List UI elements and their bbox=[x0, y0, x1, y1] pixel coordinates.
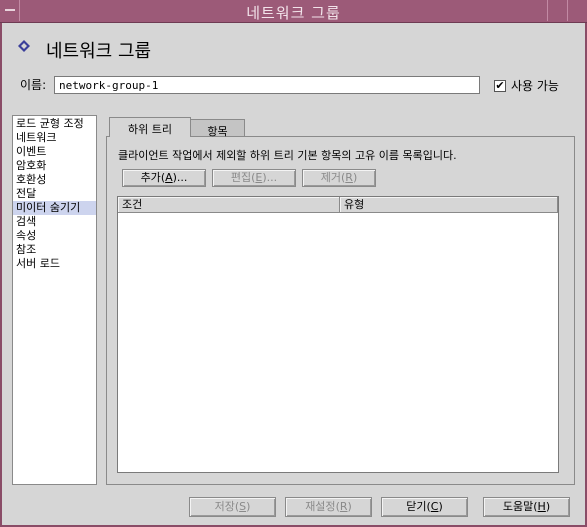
name-input[interactable]: network-group-1 bbox=[54, 76, 480, 94]
maximize-button[interactable] bbox=[567, 0, 587, 21]
minimize-button[interactable] bbox=[547, 0, 567, 21]
save-button[interactable]: 저장(S) bbox=[189, 497, 276, 517]
sidebar-item-hiding[interactable]: 미이터 숨기기 bbox=[13, 201, 96, 215]
panel-description: 클라이언트 작업에서 제외할 하위 트리 기본 항목의 고유 이름 목록입니다. bbox=[118, 149, 457, 162]
sidebar-item-attributes[interactable]: 속성 bbox=[13, 229, 96, 243]
subtree-table: 조건 유형 bbox=[117, 196, 559, 473]
sidebar: 로드 균형 조정 네트워크 이벤트 암호화 호환성 전달 미이터 숨기기 검색 … bbox=[12, 115, 97, 485]
page-title: 네트워크 그룹 bbox=[46, 41, 152, 62]
enabled-label: 사용 가능 bbox=[511, 79, 559, 93]
column-header-type[interactable]: 유형 bbox=[340, 197, 558, 213]
tab-subtree[interactable]: 하위 트리 bbox=[109, 117, 191, 137]
sidebar-item-load-balancing[interactable]: 로드 균형 조정 bbox=[13, 117, 96, 131]
reset-button[interactable]: 재설정(R) bbox=[285, 497, 372, 517]
sidebar-item-encryption[interactable]: 암호화 bbox=[13, 159, 96, 173]
close-button[interactable]: 닫기(C) bbox=[381, 497, 468, 517]
sidebar-item-server-load[interactable]: 서버 로드 bbox=[13, 257, 96, 271]
sidebar-item-forwarding[interactable]: 전달 bbox=[13, 187, 96, 201]
column-header-condition[interactable]: 조건 bbox=[118, 197, 340, 213]
window-title: 네트워크 그룹 bbox=[246, 4, 341, 22]
add-button[interactable]: 추가(A)... bbox=[122, 169, 206, 187]
sidebar-item-network[interactable]: 네트워크 bbox=[13, 131, 96, 145]
sidebar-item-events[interactable]: 이벤트 bbox=[13, 145, 96, 159]
edit-button[interactable]: 편집(E)... bbox=[212, 169, 296, 187]
tab-entries[interactable]: 항목 bbox=[191, 119, 245, 138]
sidebar-item-referrals[interactable]: 참조 bbox=[13, 243, 96, 257]
sidebar-item-compatibility[interactable]: 호환성 bbox=[13, 173, 96, 187]
enabled-checkbox[interactable]: ✔ bbox=[494, 80, 506, 92]
help-button[interactable]: 도움말(H) bbox=[483, 497, 570, 517]
diamond-icon bbox=[18, 40, 30, 52]
sidebar-item-search[interactable]: 검색 bbox=[13, 215, 96, 229]
title-bar: 네트워크 그룹 bbox=[0, 0, 587, 23]
remove-button[interactable]: 제거(R) bbox=[302, 169, 376, 187]
name-label: 이름: bbox=[20, 78, 47, 92]
